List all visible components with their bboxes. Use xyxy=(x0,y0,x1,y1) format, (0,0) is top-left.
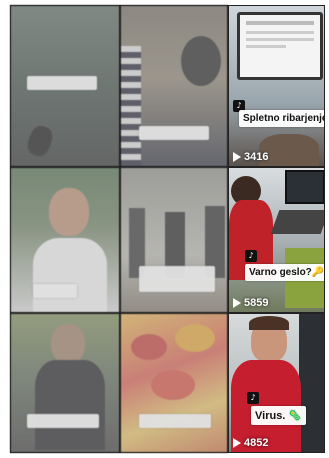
view-count-value: 4852 xyxy=(244,437,269,449)
video-tile-2[interactable] xyxy=(120,5,228,167)
video-tile-3[interactable]: ♪ Spletno ribarjenje 🐟 3416 xyxy=(228,5,325,167)
video-tile-1[interactable] xyxy=(10,5,120,167)
view-count-value: 5859 xyxy=(244,297,269,309)
tiktok-logo-icon: ♪ xyxy=(245,250,257,262)
view-count: 4852 xyxy=(233,437,268,449)
video-caption xyxy=(139,126,209,140)
video-caption: Virus. 🦠 xyxy=(251,406,307,425)
play-icon xyxy=(233,438,241,448)
play-icon xyxy=(233,152,241,162)
video-caption: Varno geslo?🔑 xyxy=(245,264,324,281)
video-caption xyxy=(27,76,97,90)
video-caption: Spletno ribarjenje 🐟 xyxy=(239,110,324,127)
view-count: 5859 xyxy=(233,297,268,309)
video-grid: ♪ Spletno ribarjenje 🐟 3416 ♪ Varno gesl… xyxy=(10,5,325,453)
video-tile-4[interactable] xyxy=(10,167,120,313)
view-count-value: 3416 xyxy=(244,151,269,163)
video-caption xyxy=(27,414,99,428)
video-tile-9[interactable]: ♪ Virus. 🦠 4852 xyxy=(228,313,325,453)
play-icon xyxy=(233,298,241,308)
video-tile-8[interactable] xyxy=(120,313,228,453)
video-caption xyxy=(33,284,77,298)
video-tile-5[interactable] xyxy=(120,167,228,313)
video-caption xyxy=(139,414,211,428)
video-caption xyxy=(139,266,215,292)
tiktok-logo-icon: ♪ xyxy=(247,392,259,404)
view-count: 3416 xyxy=(233,151,268,163)
video-tile-7[interactable] xyxy=(10,313,120,453)
video-tile-6[interactable]: ♪ Varno geslo?🔑 5859 xyxy=(228,167,325,313)
